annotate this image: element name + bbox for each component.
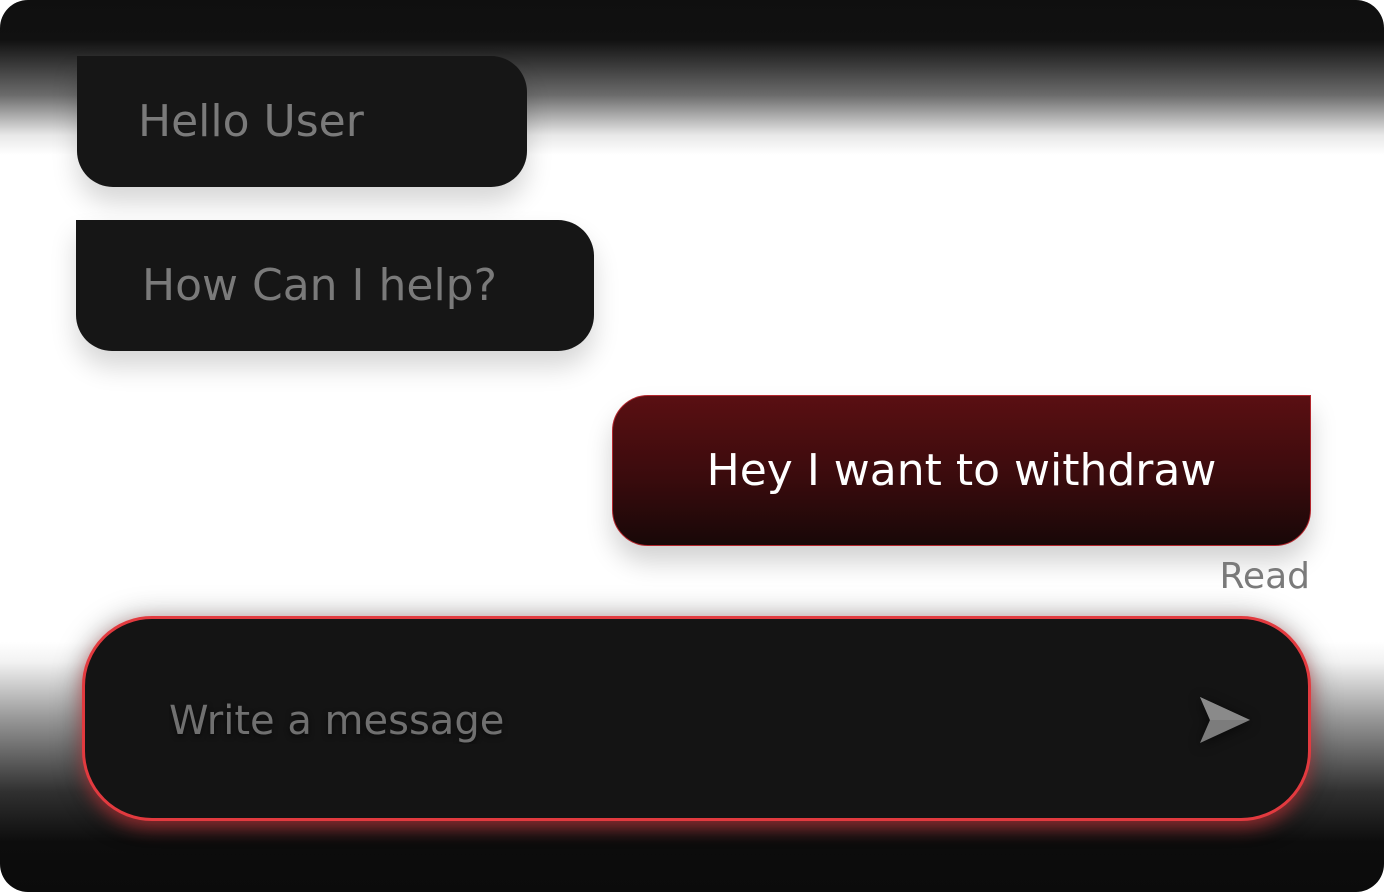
message-composer [82,616,1311,821]
read-receipt: Read [1219,556,1310,597]
send-button[interactable] [1193,689,1257,753]
message-text: How Can I help? [142,260,497,311]
chat-window: Hello User How Can I help? Hey I want to… [0,0,1384,892]
message-input[interactable] [169,689,1149,753]
incoming-message: Hello User [77,56,527,187]
message-text: Hey I want to withdraw [706,445,1217,496]
outgoing-message: Hey I want to withdraw [612,395,1311,546]
incoming-message: How Can I help? [76,220,594,351]
send-icon [1197,694,1253,749]
message-text: Hello User [138,96,364,147]
